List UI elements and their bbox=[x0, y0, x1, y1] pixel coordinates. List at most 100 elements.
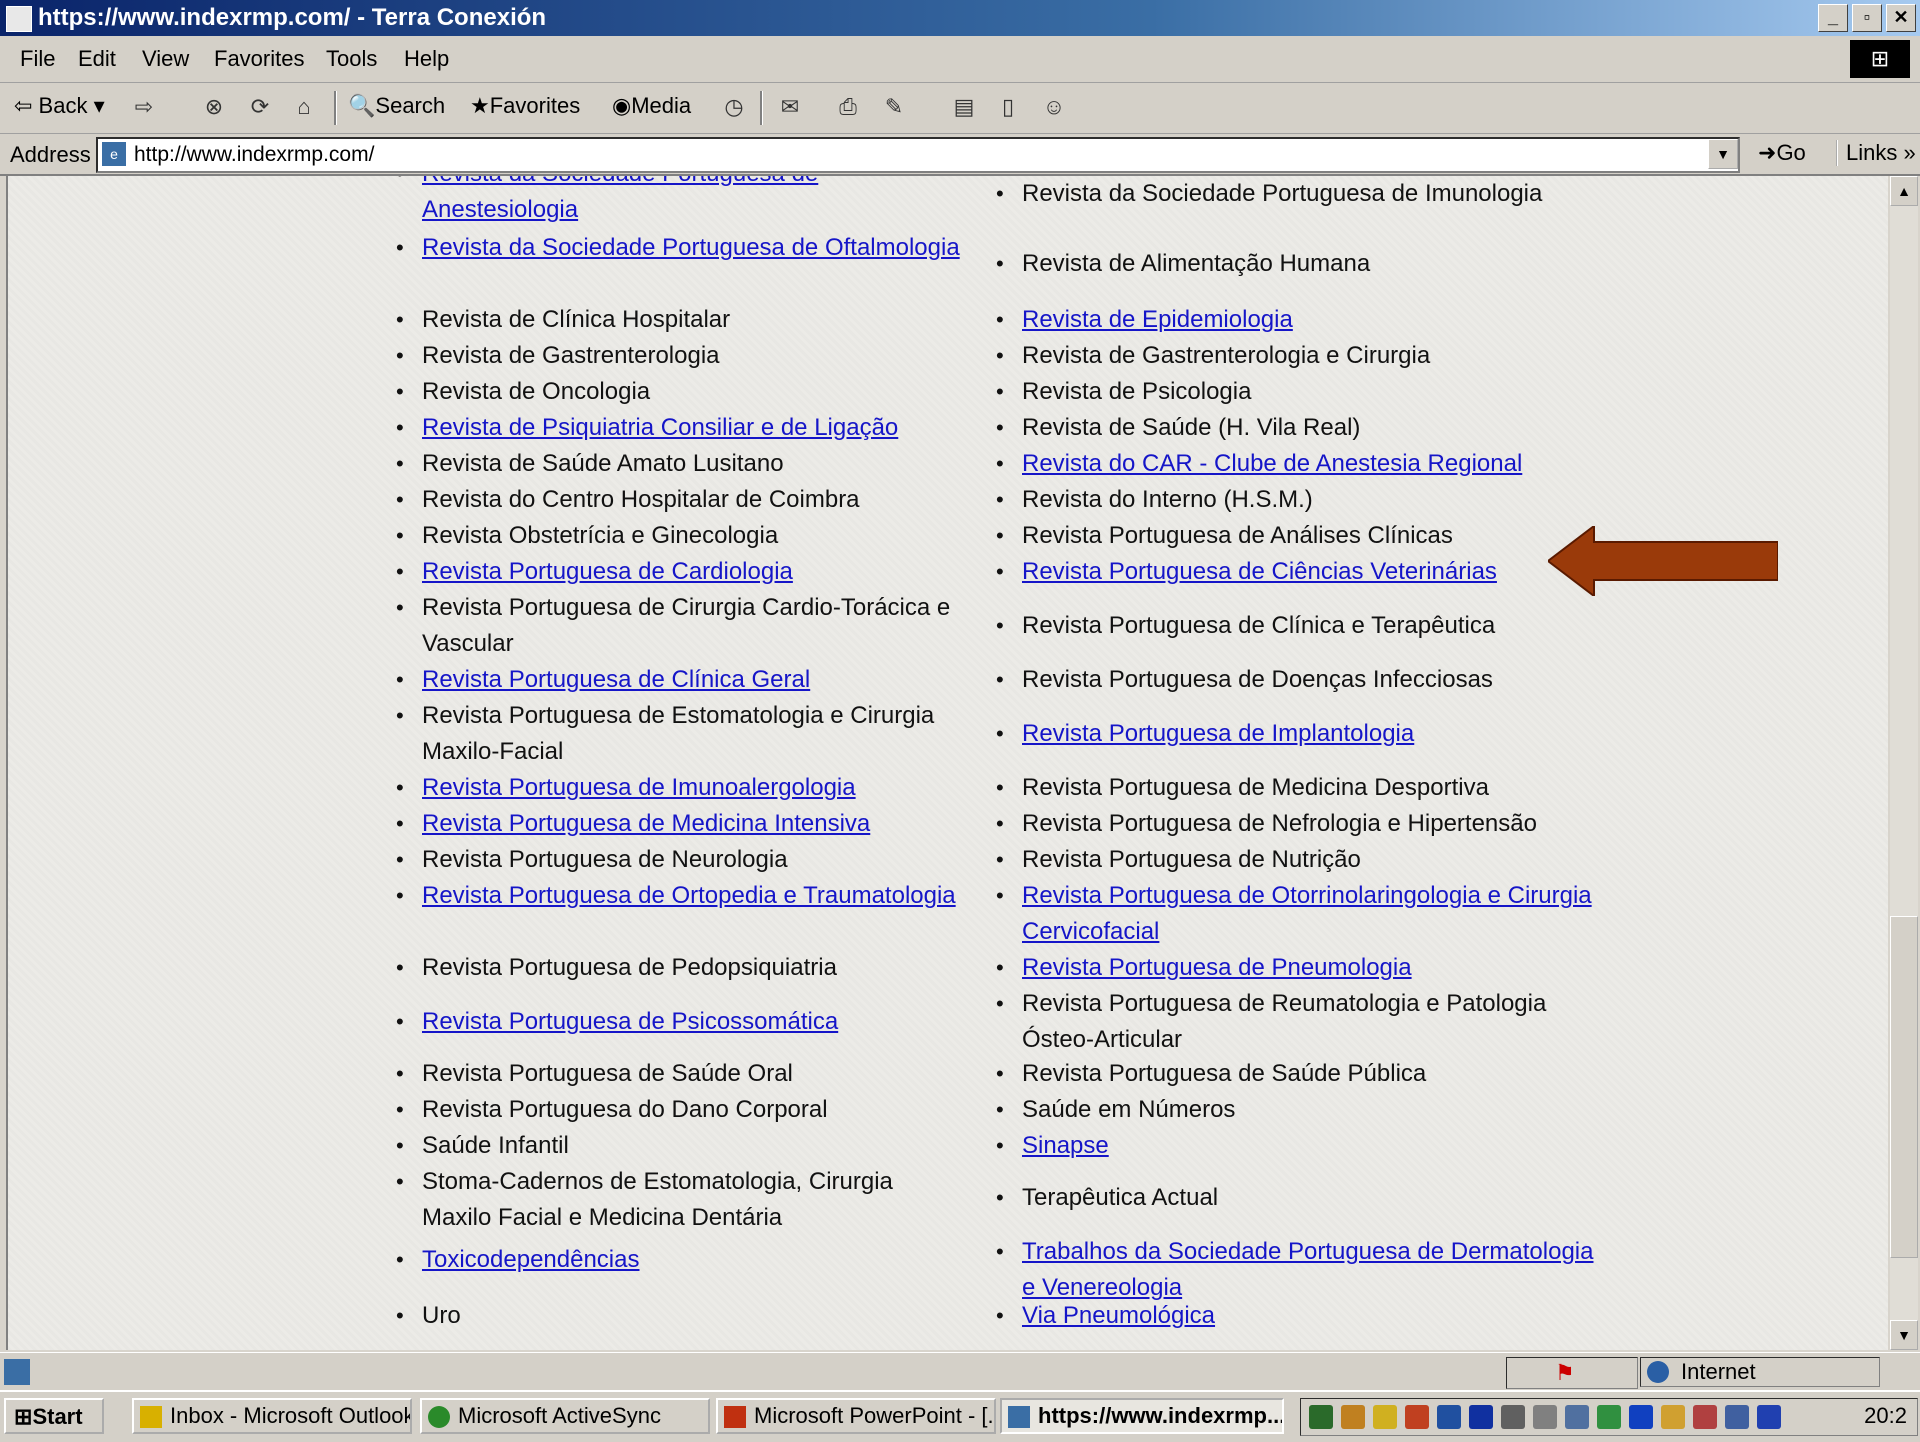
list-item: • Revista de Gastrenterologia e Cirurgia bbox=[996, 342, 1431, 369]
history-icon[interactable]: ◷ bbox=[720, 93, 748, 121]
vertical-scrollbar[interactable]: ▲ ▼ bbox=[1890, 176, 1918, 1350]
list-item[interactable]: • Revista Portuguesa de Pneumologia bbox=[988, 950, 1412, 986]
page-done-icon bbox=[4, 1359, 30, 1385]
scroll-thumb[interactable] bbox=[1890, 916, 1918, 1258]
ie-task-icon bbox=[1008, 1406, 1030, 1428]
task-browser[interactable]: https://www.indexrmp... bbox=[1000, 1398, 1284, 1434]
tray-icon[interactable] bbox=[1309, 1405, 1333, 1429]
print-icon[interactable]: ⎙ bbox=[834, 93, 862, 121]
menu-help[interactable]: Help bbox=[404, 46, 449, 72]
tray-icon[interactable] bbox=[1405, 1405, 1429, 1429]
start-button[interactable]: ⊞Start bbox=[4, 1398, 104, 1434]
list-item[interactable]: • Revista de Psiquiatria Consiliar e de L… bbox=[388, 410, 898, 446]
popup-blocked-icon: ⚑ bbox=[1555, 1360, 1575, 1385]
tray-icon[interactable] bbox=[1725, 1405, 1749, 1429]
discuss-icon[interactable]: ▤ bbox=[950, 93, 978, 121]
tray-icon[interactable] bbox=[1757, 1405, 1781, 1429]
tray-icon[interactable] bbox=[1661, 1405, 1685, 1429]
messenger-icon[interactable]: ▯ bbox=[994, 93, 1022, 121]
scroll-up-icon[interactable]: ▲ bbox=[1890, 176, 1918, 206]
outlook-icon bbox=[140, 1406, 162, 1428]
list-item[interactable]: • Revista da Sociedade Portuguesa de Ofta… bbox=[388, 230, 960, 266]
edit-icon[interactable]: ✎ bbox=[880, 93, 908, 121]
maximize-button[interactable]: ▫ bbox=[1852, 4, 1882, 32]
zone-label: Internet bbox=[1681, 1359, 1756, 1384]
status-bar: ⚑ Internet bbox=[0, 1352, 1920, 1391]
activesync-icon bbox=[428, 1406, 450, 1428]
list-item[interactable]: • Revista Portuguesa de Implantologia bbox=[988, 716, 1414, 752]
list-item[interactable]: • Revista de Epidemiologia bbox=[988, 302, 1293, 338]
close-button[interactable]: ✕ bbox=[1886, 4, 1916, 32]
list-item: • Revista Portuguesa de Estomatologia e C… bbox=[396, 702, 935, 765]
list-item: • Revista Portuguesa de Neurologia bbox=[396, 846, 788, 873]
go-button[interactable]: ➜Go bbox=[1758, 140, 1806, 166]
research-icon[interactable]: ☺ bbox=[1040, 93, 1068, 121]
list-item: • Revista de Alimentação Humana bbox=[996, 250, 1371, 277]
list-item: • Revista Portuguesa de Doenças Infeccios… bbox=[996, 666, 1493, 693]
clock[interactable]: 20:2 bbox=[1864, 1403, 1907, 1429]
menu-file[interactable]: File bbox=[20, 46, 55, 72]
list-item: • Revista de Psicologia bbox=[996, 378, 1252, 405]
list-item[interactable]: • Revista Portuguesa de Clínica Geral bbox=[388, 662, 810, 698]
refresh-icon[interactable]: ⟳ bbox=[246, 93, 274, 121]
task-outlook[interactable]: Inbox - Microsoft Outlook bbox=[132, 1398, 412, 1434]
mail-icon[interactable]: ✉ bbox=[776, 93, 804, 121]
list-item[interactable]: • Revista Portuguesa de Otorrinolaringolo… bbox=[988, 878, 1608, 950]
forward-icon[interactable]: ⇨ bbox=[130, 93, 158, 121]
list-item[interactable]: • Revista Portuguesa de Imunoalergologia bbox=[388, 770, 856, 806]
list-item: • Revista Portuguesa de Medicina Desporti… bbox=[996, 774, 1489, 801]
list-item: • Saúde em Números bbox=[996, 1096, 1236, 1123]
list-item: • Uro bbox=[396, 1302, 461, 1329]
list-item[interactable]: • Sinapse bbox=[988, 1128, 1109, 1164]
stop-icon[interactable]: ⊗ bbox=[200, 93, 228, 121]
list-item[interactable]: • Revista Portuguesa de Cardiologia bbox=[388, 554, 793, 590]
home-icon[interactable]: ⌂ bbox=[290, 93, 318, 121]
tray-icon[interactable] bbox=[1469, 1405, 1493, 1429]
list-item: • Revista de Gastrenterologia bbox=[396, 342, 720, 369]
list-item: • Revista do Interno (H.S.M.) bbox=[996, 486, 1313, 513]
annotation-arrow-icon bbox=[1548, 526, 1778, 596]
tray-icon[interactable] bbox=[1437, 1405, 1461, 1429]
tray-icon[interactable] bbox=[1597, 1405, 1621, 1429]
list-item[interactable]: • Revista Portuguesa de Ciências Veteriná… bbox=[988, 554, 1497, 590]
address-url[interactable]: http://www.indexrmp.com/ bbox=[134, 143, 374, 167]
tray-icon[interactable] bbox=[1693, 1405, 1717, 1429]
menu-tools[interactable]: Tools bbox=[326, 46, 377, 72]
task-activesync[interactable]: Microsoft ActiveSync bbox=[420, 1398, 710, 1434]
menu-favorites[interactable]: Favorites bbox=[214, 46, 304, 72]
back-button[interactable]: ⇦ Back ▾ bbox=[14, 93, 105, 119]
windows-flag-icon: ⊞ bbox=[14, 1404, 33, 1429]
title-bar: https://www.indexrmp.com/ - Terra Conexi… bbox=[0, 0, 1920, 36]
minimize-button[interactable]: _ bbox=[1818, 4, 1848, 32]
list-item[interactable]: • Revista Portuguesa de Ortopedia e Traum… bbox=[388, 878, 956, 914]
list-item[interactable]: • Revista Portuguesa de Psicossomática bbox=[388, 1004, 838, 1040]
task-powerpoint[interactable]: Microsoft PowerPoint - [...] bbox=[716, 1398, 996, 1434]
media-button[interactable]: ◉Media bbox=[612, 93, 691, 119]
tray-icon[interactable] bbox=[1629, 1405, 1653, 1429]
menu-edit[interactable]: Edit bbox=[78, 46, 116, 72]
menu-view[interactable]: View bbox=[142, 46, 189, 72]
tray-icon[interactable] bbox=[1501, 1405, 1525, 1429]
list-item[interactable]: • Via Pneumológica bbox=[988, 1298, 1215, 1334]
tray-icon[interactable] bbox=[1565, 1405, 1589, 1429]
list-item[interactable]: • Toxicodependências bbox=[388, 1242, 640, 1278]
address-dropdown-icon[interactable]: ▼ bbox=[1708, 139, 1738, 169]
list-item[interactable]: • Revista Portuguesa de Medicina Intensiv… bbox=[388, 806, 870, 842]
list-item: • Revista Portuguesa de Reumatologia e Pa… bbox=[996, 990, 1547, 1053]
list-item: • Revista Portuguesa de Saúde Pública bbox=[996, 1060, 1427, 1087]
tray-icon[interactable] bbox=[1533, 1405, 1557, 1429]
scroll-down-icon[interactable]: ▼ bbox=[1890, 1320, 1918, 1350]
list-item[interactable]: •Revista da Sociedade Portuguesa de Anes… bbox=[388, 176, 968, 228]
list-item: • Revista Portuguesa de Pedopsiquiatria bbox=[396, 954, 837, 981]
search-button[interactable]: 🔍Search bbox=[348, 93, 445, 119]
address-input[interactable]: e http://www.indexrmp.com/ ▼ bbox=[96, 137, 1740, 173]
list-item: • Terapêutica Actual bbox=[996, 1184, 1219, 1211]
list-item[interactable]: • Trabalhos da Sociedade Portuguesa de De… bbox=[988, 1234, 1608, 1306]
tray-icon[interactable] bbox=[1373, 1405, 1397, 1429]
links-button[interactable]: Links » bbox=[1836, 140, 1916, 166]
list-item[interactable]: • Revista do CAR - Clube de Anestesia Reg… bbox=[988, 446, 1522, 482]
list-item: • Revista Portuguesa de Nefrologia e Hipe… bbox=[996, 810, 1537, 837]
tray-icon[interactable] bbox=[1341, 1405, 1365, 1429]
favorites-button[interactable]: ★Favorites bbox=[470, 93, 580, 119]
list-item: • Revista do Centro Hospitalar de Coimbra bbox=[396, 486, 860, 513]
